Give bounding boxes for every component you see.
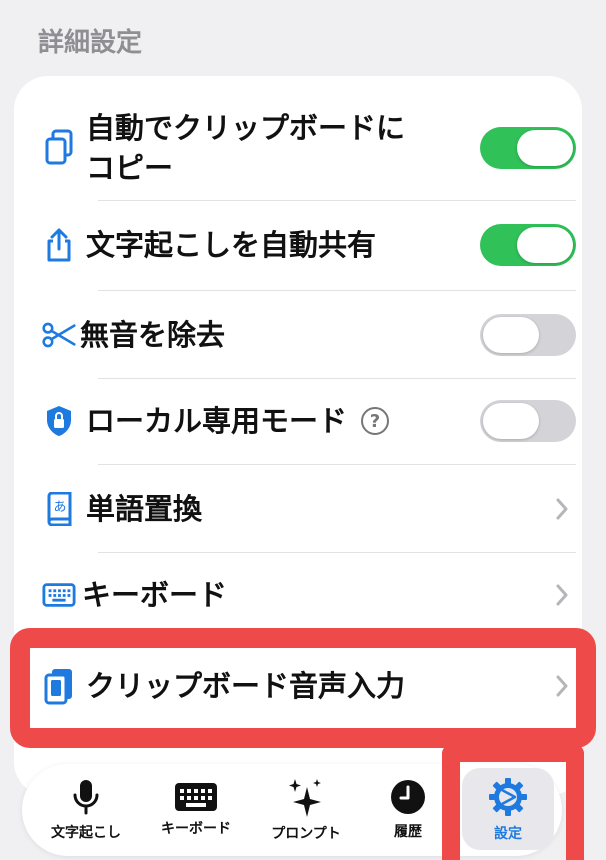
- setting-row-word-replacement[interactable]: あ 単語置換: [42, 480, 576, 538]
- divider: [98, 378, 576, 379]
- microphone-icon: [73, 780, 99, 815]
- tab-label: キーボード: [161, 821, 231, 837]
- copy-document-icon: [42, 128, 76, 168]
- setting-row-remove-silence: 無音を除去: [42, 306, 576, 364]
- setting-row-auto-copy: 自動でクリップボードに コピー: [42, 106, 576, 190]
- tab-label: 履歴: [394, 824, 422, 840]
- setting-label: ローカル専用モード: [86, 404, 348, 438]
- shield-lock-icon: [42, 401, 76, 441]
- local-mode-toggle[interactable]: [480, 400, 576, 442]
- divider: [98, 200, 576, 201]
- tab-label: 文字起こし: [51, 825, 121, 841]
- sparkles-icon: [289, 779, 321, 817]
- setting-label: 単語置換: [86, 492, 203, 526]
- auto-copy-toggle[interactable]: [480, 127, 576, 169]
- tab-highlight-frame: [442, 744, 584, 860]
- divider: [98, 464, 576, 465]
- keyboard-icon: [42, 575, 76, 615]
- setting-label: 無音を除去: [80, 318, 226, 352]
- help-icon[interactable]: ?: [361, 407, 390, 435]
- clock-icon: [391, 780, 425, 814]
- dictionary-book-icon: あ: [42, 489, 76, 529]
- setting-row-auto-share: 文字起こしを自動共有: [42, 216, 576, 274]
- divider: [98, 290, 576, 291]
- tab-transcription[interactable]: 文字起こし: [36, 764, 136, 856]
- setting-label: 自動でクリップボードに コピー: [86, 111, 406, 185]
- chevron-right-icon: [556, 498, 568, 520]
- tab-label: プロンプト: [271, 826, 341, 842]
- share-icon: [42, 225, 76, 265]
- keyboard-icon: [175, 783, 217, 811]
- highlight-frame: [10, 628, 596, 748]
- scissors-icon: [42, 315, 76, 355]
- tab-prompt[interactable]: プロンプト: [256, 764, 356, 856]
- chevron-right-icon: [556, 584, 568, 606]
- setting-label: キーボード: [82, 578, 228, 612]
- section-title: 詳細設定: [38, 28, 143, 58]
- svg-text:あ: あ: [53, 500, 66, 515]
- setting-row-local-mode: ローカル専用モード ?: [42, 392, 576, 450]
- remove-silence-toggle[interactable]: [480, 314, 576, 356]
- auto-share-toggle[interactable]: [480, 224, 576, 266]
- tab-keyboard[interactable]: キーボード: [146, 764, 246, 856]
- setting-label: 文字起こしを自動共有: [86, 228, 377, 262]
- divider: [98, 552, 576, 553]
- setting-row-keyboard[interactable]: キーボード: [42, 566, 576, 624]
